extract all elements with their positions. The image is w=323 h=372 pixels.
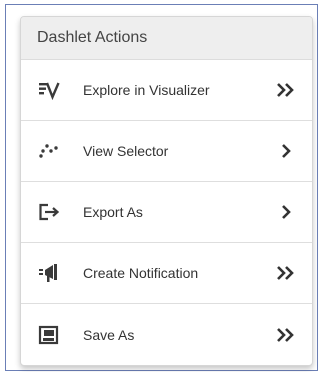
chevron-right-icon	[276, 202, 296, 222]
view-selector-icon	[38, 140, 60, 162]
menu-item-explore-in-visualizer[interactable]: Explore in Visualizer	[21, 60, 312, 121]
menu-item-label: View Selector	[83, 143, 169, 159]
visualizer-icon	[38, 79, 60, 101]
double-chevron-right-icon	[276, 263, 296, 283]
menu-title: Dashlet Actions	[21, 17, 312, 60]
menu-item-label: Export As	[83, 204, 143, 220]
menu-item-label: Explore in Visualizer	[83, 82, 210, 98]
menu-item-save-as[interactable]: Save As	[21, 304, 312, 365]
menu-item-label: Save As	[83, 326, 135, 343]
notification-megaphone-icon	[38, 262, 60, 284]
double-chevron-right-icon	[276, 325, 296, 345]
export-icon	[38, 201, 60, 223]
menu-item-label: Create Notification	[83, 265, 199, 281]
save-icon	[38, 324, 60, 346]
dashlet-actions-menu: Dashlet Actions Explore in Visualizer Vi…	[20, 16, 313, 366]
double-chevron-right-icon	[276, 80, 296, 100]
menu-item-create-notification[interactable]: Create Notification	[21, 243, 312, 304]
menu-item-view-selector[interactable]: View Selector	[21, 121, 312, 182]
menu-item-export-as[interactable]: Export As	[21, 182, 312, 243]
chevron-right-icon	[276, 141, 296, 161]
